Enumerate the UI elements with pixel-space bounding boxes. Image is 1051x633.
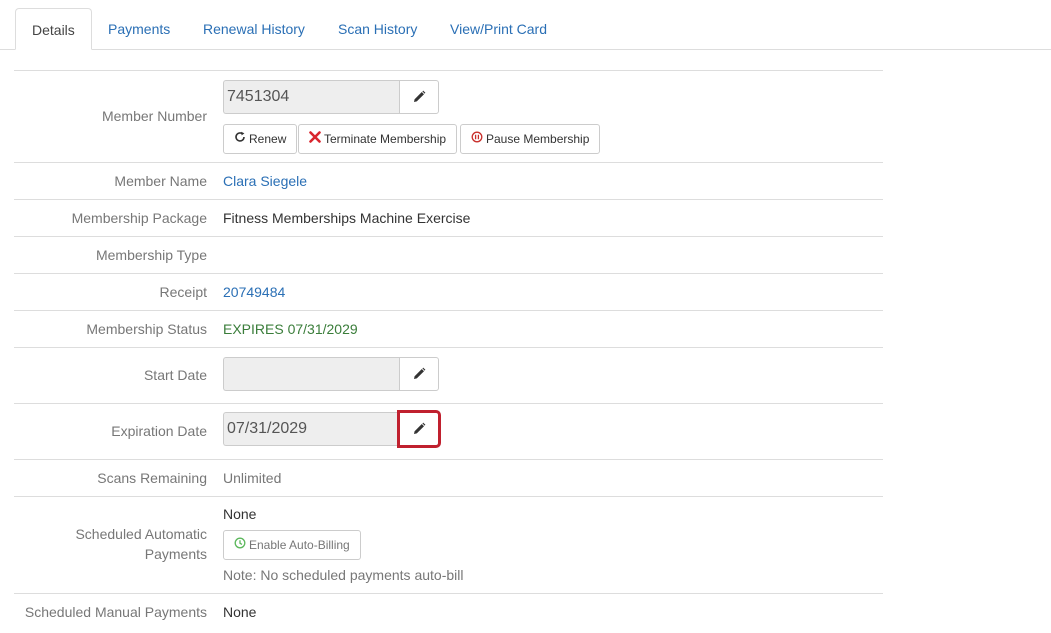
pencil-icon	[414, 367, 426, 379]
membership-status-row: Membership Status EXPIRES 07/31/2029	[14, 310, 883, 347]
auto-bill-note: Note: No scheduled payments auto-bill	[223, 567, 464, 583]
tab-details[interactable]: Details	[15, 8, 92, 50]
expiration-date-field[interactable]: 07/31/2029	[223, 412, 399, 446]
scheduled-manual-payments-row: Scheduled Manual Payments None	[14, 593, 883, 633]
start-date-row: Start Date	[14, 347, 883, 403]
membership-package-value: Fitness Memberships Machine Exercise	[223, 210, 471, 226]
expiration-date-label: Expiration Date	[111, 423, 207, 439]
clock-icon	[234, 531, 246, 559]
membership-status-value: EXPIRES 07/31/2029	[223, 321, 358, 337]
scheduled-automatic-label-line2: Payments	[144, 546, 207, 562]
start-date-field[interactable]	[223, 357, 399, 391]
member-number-edit-button[interactable]	[399, 80, 439, 114]
member-name-link[interactable]: Clara Siegele	[223, 173, 307, 189]
scheduled-automatic-value: None	[223, 506, 257, 522]
member-name-label: Member Name	[114, 173, 207, 189]
terminate-label: Terminate Membership	[324, 132, 447, 146]
renew-label: Renew	[249, 132, 287, 146]
membership-type-row: Membership Type	[14, 236, 883, 273]
expiration-date-edit-button[interactable]	[397, 410, 441, 448]
pencil-icon	[414, 422, 426, 434]
enable-auto-billing-button[interactable]: Enable Auto-Billing	[223, 530, 361, 560]
tab-view-print-card[interactable]: View/Print Card	[434, 8, 563, 50]
receipt-link[interactable]: 20749484	[223, 284, 285, 300]
member-number-label: Member Number	[101, 108, 207, 124]
terminate-membership-button[interactable]: Terminate Membership	[298, 124, 458, 154]
pause-label: Pause Membership	[486, 132, 590, 146]
tab-renewal-history[interactable]: Renewal History	[187, 8, 321, 50]
member-name-row: Member Name Clara Siegele	[14, 162, 883, 199]
scans-remaining-value: Unlimited	[223, 470, 282, 486]
start-date-label: Start Date	[143, 367, 207, 383]
membership-package-row: Membership Package Fitness Memberships M…	[14, 199, 883, 236]
scheduled-automatic-payments-row: Scheduled Automatic Payments None Enable…	[14, 496, 883, 593]
tab-bar: Details Payments Renewal History Scan Hi…	[0, 0, 1051, 50]
scheduled-automatic-label-line1: Scheduled Automatic	[75, 526, 207, 542]
pause-circle-icon	[471, 125, 483, 153]
refresh-icon	[234, 125, 246, 153]
receipt-label: Receipt	[159, 284, 207, 300]
scans-remaining-label: Scans Remaining	[97, 470, 207, 486]
pause-membership-button[interactable]: Pause Membership	[460, 124, 601, 154]
scheduled-manual-payments-label: Scheduled Manual Payments	[24, 604, 207, 620]
tab-scan-history[interactable]: Scan History	[322, 8, 433, 50]
start-date-edit-button[interactable]	[399, 357, 439, 391]
scheduled-manual-payments-value: None	[223, 604, 257, 620]
receipt-row: Receipt 20749484	[14, 273, 883, 310]
membership-package-label: Membership Package	[71, 210, 207, 226]
x-icon	[309, 125, 321, 153]
expiration-date-row: Expiration Date 07/31/2029	[14, 403, 883, 459]
pencil-icon	[414, 90, 426, 102]
member-number-field[interactable]: 7451304	[223, 80, 399, 114]
renew-button[interactable]: Renew	[223, 124, 298, 154]
scans-remaining-row: Scans Remaining Unlimited	[14, 459, 883, 496]
enable-auto-billing-label: Enable Auto-Billing	[249, 538, 350, 552]
member-number-row: Member Number 7451304 Renew Terminate Me…	[14, 70, 883, 162]
membership-status-label: Membership Status	[86, 321, 207, 337]
tab-payments[interactable]: Payments	[92, 8, 186, 50]
membership-type-label: Membership Type	[95, 247, 207, 263]
